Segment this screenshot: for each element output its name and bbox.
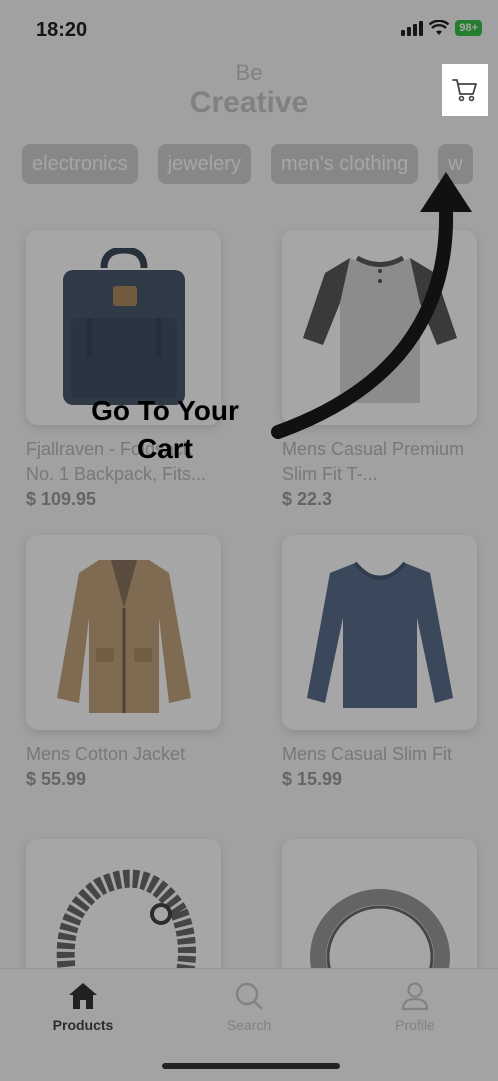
category-chip-electronics[interactable]: electronics bbox=[22, 144, 138, 184]
category-chip-mens-clothing[interactable]: men's clothing bbox=[270, 144, 419, 184]
backpack-image bbox=[62, 247, 185, 405]
product-price: $ 109.95 bbox=[26, 489, 97, 509]
home-icon bbox=[69, 983, 97, 1009]
product-card[interactable]: Mens Casual Premium Slim Fit T-... $ 22.… bbox=[282, 230, 477, 510]
product-image[interactable] bbox=[282, 230, 477, 425]
product-price: $ 55.99 bbox=[26, 769, 87, 789]
signal-icon bbox=[401, 20, 424, 36]
product-image[interactable] bbox=[282, 535, 477, 730]
product-title: Mens Cotton Jacket bbox=[26, 744, 186, 764]
cart-icon bbox=[452, 79, 477, 102]
tutorial-text: Go To Your Cart bbox=[91, 395, 239, 464]
longsleeve-image bbox=[306, 561, 453, 708]
brand-subtitle: Be bbox=[235, 60, 263, 85]
status-icons: 98+ bbox=[401, 20, 482, 36]
tab-products[interactable]: Products bbox=[0, 969, 166, 1081]
tab-profile[interactable]: Profile bbox=[332, 969, 498, 1081]
tab-label: Profile bbox=[395, 1017, 435, 1033]
category-chip-jewelery[interactable]: jewelery bbox=[157, 144, 251, 184]
product-image[interactable] bbox=[26, 535, 221, 730]
search-icon bbox=[235, 982, 263, 1010]
cart-button[interactable] bbox=[442, 64, 488, 116]
tab-label: Products bbox=[52, 1017, 114, 1033]
product-card[interactable]: Fjallraven - Foldsack No. 1 Backpack, Fi… bbox=[26, 230, 221, 510]
product-title: Mens Casual Premium Slim Fit T-... bbox=[282, 439, 465, 484]
product-card[interactable]: Mens Casual Slim Fit $ 15.99 bbox=[282, 535, 477, 790]
app-screen: 18:20 98+ Be Creative electronics jewele… bbox=[0, 0, 498, 1081]
brand-title: Creative bbox=[189, 86, 309, 119]
tab-label: Search bbox=[226, 1017, 272, 1033]
wifi-icon bbox=[429, 20, 450, 35]
home-indicator bbox=[162, 1063, 340, 1069]
product-price: $ 15.99 bbox=[282, 769, 343, 789]
product-title: Mens Casual Slim Fit bbox=[282, 744, 453, 764]
tshirt-image bbox=[302, 255, 457, 403]
battery-indicator: 98+ bbox=[455, 20, 482, 36]
jacket-image bbox=[56, 559, 191, 713]
product-price: $ 22.3 bbox=[282, 489, 333, 509]
category-chip-womens-clothing[interactable]: w bbox=[438, 144, 473, 184]
status-bar: 18:20 98+ bbox=[0, 0, 498, 60]
profile-icon bbox=[401, 982, 429, 1011]
category-list: electronics jewelery men's clothing w bbox=[22, 144, 473, 184]
status-time: 18:20 bbox=[36, 19, 88, 41]
product-card[interactable]: Mens Cotton Jacket $ 55.99 bbox=[26, 535, 221, 790]
